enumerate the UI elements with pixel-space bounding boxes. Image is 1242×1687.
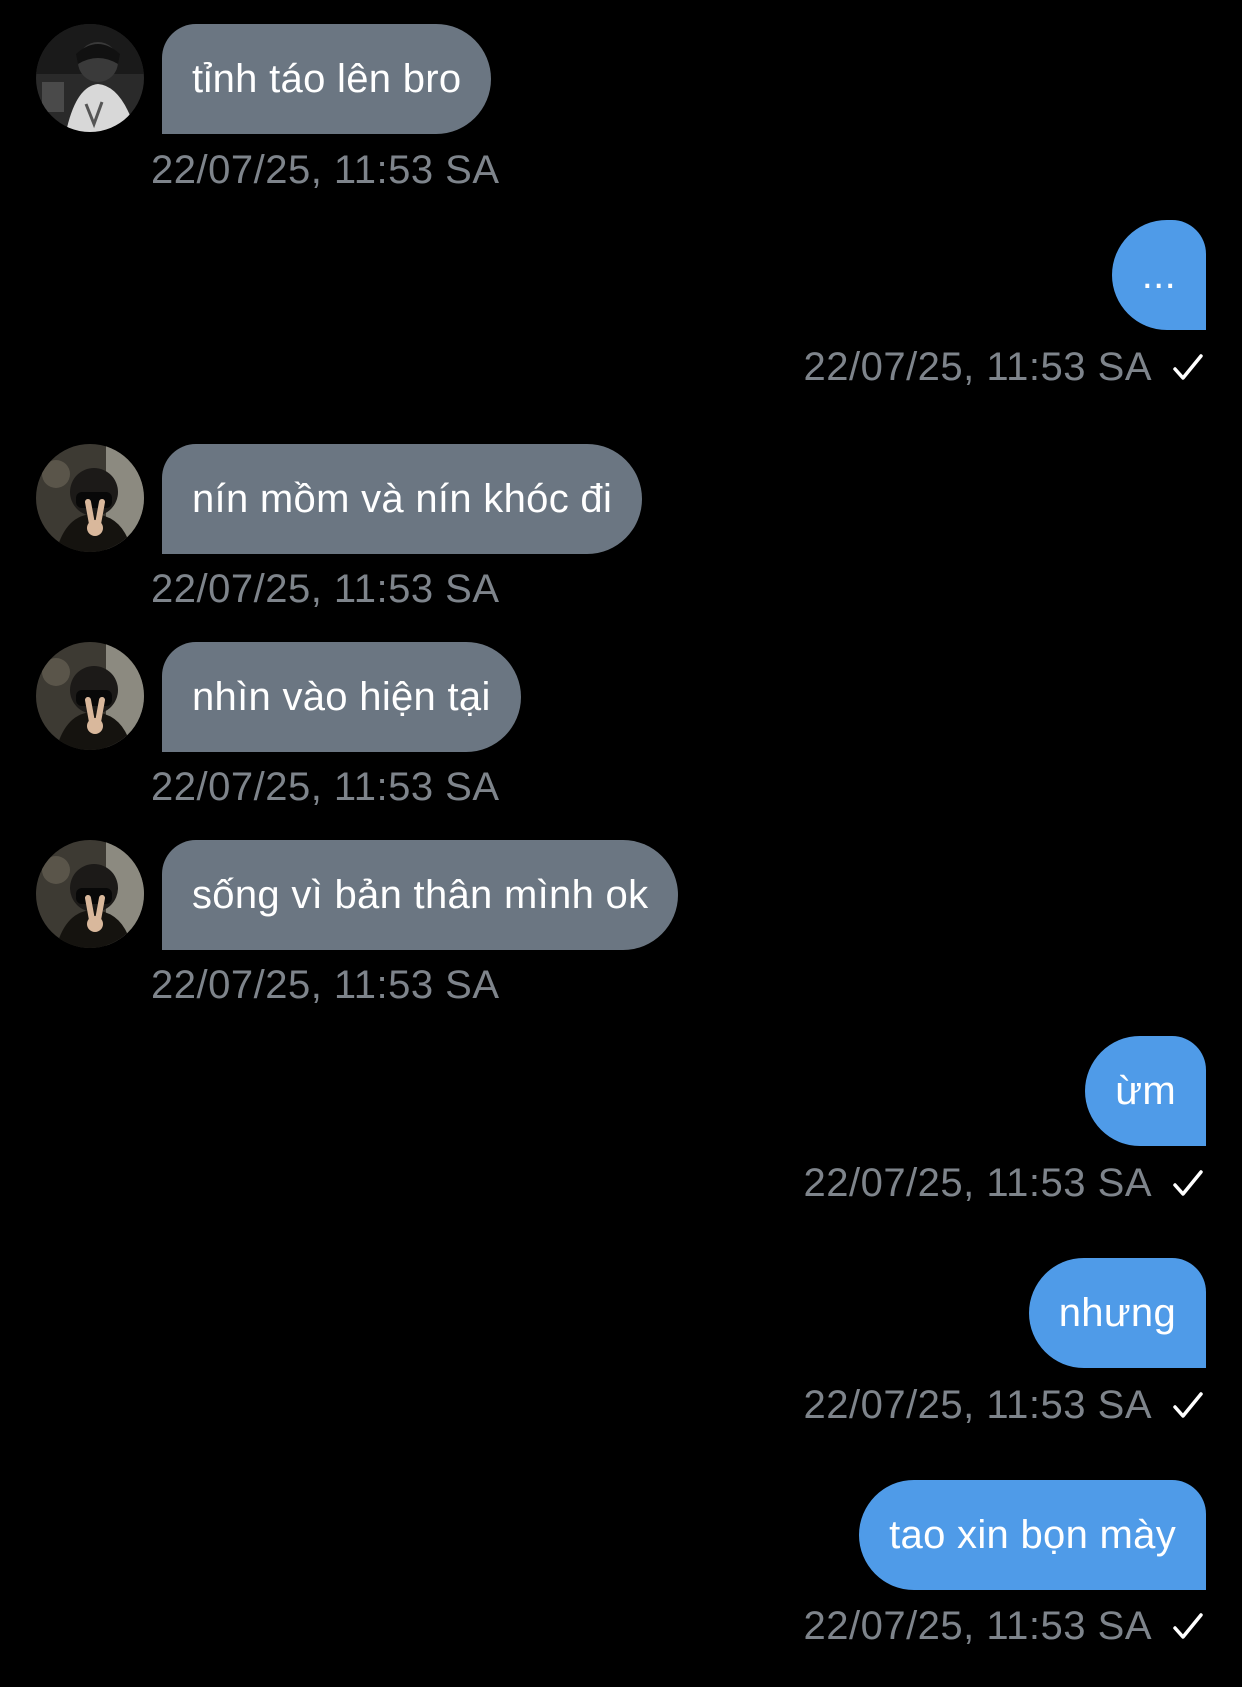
message-timestamp: 22/07/25, 11:53 SA xyxy=(151,148,500,192)
message-bubble-outgoing[interactable]: ... xyxy=(1111,220,1206,330)
avatar[interactable] xyxy=(36,840,144,948)
message-timestamp: 22/07/25, 11:53 SA xyxy=(151,765,500,809)
message-text: nhìn vào hiện tại xyxy=(192,674,491,719)
message-bubble-outgoing[interactable]: ừm xyxy=(1085,1036,1206,1146)
message-timestamp: 22/07/25, 11:53 SA xyxy=(803,1161,1152,1205)
chat-thread[interactable]: tỉnh táo lên bro 22/07/25, 11:53 SA ... … xyxy=(0,0,1242,1687)
avatar[interactable] xyxy=(36,24,144,132)
message-timestamp: 22/07/25, 11:53 SA xyxy=(803,1383,1152,1427)
message-timestamp: 22/07/25, 11:53 SA xyxy=(151,567,500,611)
check-icon xyxy=(1173,1169,1203,1196)
message-text: sống vì bản thân mình ok xyxy=(192,872,649,917)
message-meta: 22/07/25, 11:53 SA xyxy=(803,1161,1206,1206)
message-timestamp: 22/07/25, 11:53 SA xyxy=(151,963,500,1007)
check-icon xyxy=(1173,353,1203,380)
message-text: tỉnh táo lên bro xyxy=(192,56,462,101)
message-bubble-incoming[interactable]: sống vì bản thân mình ok xyxy=(162,840,679,950)
check-icon xyxy=(1173,1612,1203,1639)
message-text: ừm xyxy=(1115,1068,1176,1113)
message-text: tao xin bọn mày xyxy=(889,1512,1176,1557)
message-timestamp: 22/07/25, 11:53 SA xyxy=(803,1604,1152,1648)
avatar[interactable] xyxy=(36,642,144,750)
message-text: nín mồm và nín khóc đi xyxy=(192,476,613,521)
message-bubble-incoming[interactable]: nhìn vào hiện tại xyxy=(162,642,521,752)
message-timestamp: 22/07/25, 11:53 SA xyxy=(803,345,1152,389)
message-meta: 22/07/25, 11:53 SA xyxy=(803,345,1206,390)
message-text: ... xyxy=(1141,252,1176,297)
message-text: nhưng xyxy=(1058,1290,1176,1335)
check-icon xyxy=(1173,1391,1203,1418)
message-bubble-outgoing[interactable]: tao xin bọn mày xyxy=(859,1480,1206,1590)
message-bubble-outgoing[interactable]: nhưng xyxy=(1028,1258,1206,1368)
message-meta: 22/07/25, 11:53 SA xyxy=(803,1604,1206,1649)
message-bubble-incoming[interactable]: nín mồm và nín khóc đi xyxy=(162,444,643,554)
avatar[interactable] xyxy=(36,444,144,552)
message-meta: 22/07/25, 11:53 SA xyxy=(803,1383,1206,1428)
message-bubble-incoming[interactable]: tỉnh táo lên bro xyxy=(162,24,492,134)
